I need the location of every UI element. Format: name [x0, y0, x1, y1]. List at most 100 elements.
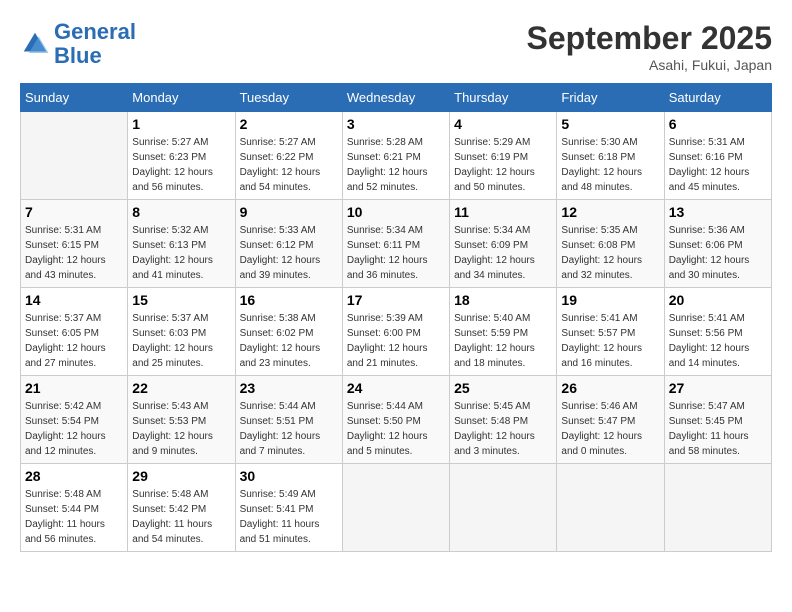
day-info: Sunrise: 5:39 AM Sunset: 6:00 PM Dayligh…	[347, 311, 445, 371]
calendar-cell: 28 Sunrise: 5:48 AM Sunset: 5:44 PM Dayli…	[21, 464, 128, 552]
day-number: 6	[669, 116, 767, 132]
calendar-cell: 22 Sunrise: 5:43 AM Sunset: 5:53 PM Dayli…	[128, 376, 235, 464]
calendar-cell: 4Sunrise: 5:29 AM Sunset: 6:19 PM Daylig…	[450, 112, 557, 200]
day-number: 10	[347, 204, 445, 220]
calendar-week-row: 14Sunrise: 5:37 AM Sunset: 6:05 PM Dayli…	[21, 288, 772, 376]
calendar-cell	[557, 464, 664, 552]
day-number: 11	[454, 204, 552, 220]
day-info: Sunrise: 5:30 AM Sunset: 6:18 PM Dayligh…	[561, 135, 659, 195]
day-info: Sunrise: 5:34 AM Sunset: 6:09 PM Dayligh…	[454, 223, 552, 283]
day-info: Sunrise: 5:48 AM Sunset: 5:42 PM Dayligh…	[132, 487, 230, 547]
weekday-header: Monday	[128, 84, 235, 112]
weekday-header: Friday	[557, 84, 664, 112]
weekday-header: Tuesday	[235, 84, 342, 112]
day-number: 5	[561, 116, 659, 132]
calendar-cell: 30 Sunrise: 5:49 AM Sunset: 5:41 PM Dayli…	[235, 464, 342, 552]
month-title: September 2025	[527, 20, 772, 57]
weekday-header-row: SundayMondayTuesdayWednesdayThursdayFrid…	[21, 84, 772, 112]
day-info: Sunrise: 5:34 AM Sunset: 6:11 PM Dayligh…	[347, 223, 445, 283]
day-info: Sunrise: 5:44 AM Sunset: 5:50 PM Dayligh…	[347, 399, 445, 459]
calendar-cell: 12Sunrise: 5:35 AM Sunset: 6:08 PM Dayli…	[557, 200, 664, 288]
day-info: Sunrise: 5:48 AM Sunset: 5:44 PM Dayligh…	[25, 487, 123, 547]
logo-text: General Blue	[54, 20, 136, 68]
calendar-cell: 24 Sunrise: 5:44 AM Sunset: 5:50 PM Dayli…	[342, 376, 449, 464]
day-number: 23	[240, 380, 338, 396]
calendar-cell: 27 Sunrise: 5:47 AM Sunset: 5:45 PM Dayli…	[664, 376, 771, 464]
day-info: Sunrise: 5:46 AM Sunset: 5:47 PM Dayligh…	[561, 399, 659, 459]
day-number: 29	[132, 468, 230, 484]
day-info: Sunrise: 5:27 AM Sunset: 6:22 PM Dayligh…	[240, 135, 338, 195]
day-number: 1	[132, 116, 230, 132]
calendar-cell: 7Sunrise: 5:31 AM Sunset: 6:15 PM Daylig…	[21, 200, 128, 288]
calendar-week-row: 28 Sunrise: 5:48 AM Sunset: 5:44 PM Dayli…	[21, 464, 772, 552]
calendar-cell: 21 Sunrise: 5:42 AM Sunset: 5:54 PM Dayli…	[21, 376, 128, 464]
logo-line1: General	[54, 19, 136, 44]
day-info: Sunrise: 5:40 AM Sunset: 5:59 PM Dayligh…	[454, 311, 552, 371]
day-number: 3	[347, 116, 445, 132]
day-number: 24	[347, 380, 445, 396]
day-number: 4	[454, 116, 552, 132]
calendar-cell: 2 Sunrise: 5:27 AM Sunset: 6:22 PM Daylig…	[235, 112, 342, 200]
calendar-cell: 15 Sunrise: 5:37 AM Sunset: 6:03 PM Dayli…	[128, 288, 235, 376]
day-number: 13	[669, 204, 767, 220]
day-info: Sunrise: 5:42 AM Sunset: 5:54 PM Dayligh…	[25, 399, 123, 459]
weekday-header: Wednesday	[342, 84, 449, 112]
calendar-cell: 9 Sunrise: 5:33 AM Sunset: 6:12 PM Daylig…	[235, 200, 342, 288]
day-info: Sunrise: 5:45 AM Sunset: 5:48 PM Dayligh…	[454, 399, 552, 459]
calendar-cell: 19 Sunrise: 5:41 AM Sunset: 5:57 PM Dayli…	[557, 288, 664, 376]
logo: General Blue	[20, 20, 136, 68]
calendar-cell: 18Sunrise: 5:40 AM Sunset: 5:59 PM Dayli…	[450, 288, 557, 376]
calendar-cell: 29 Sunrise: 5:48 AM Sunset: 5:42 PM Dayli…	[128, 464, 235, 552]
day-info: Sunrise: 5:41 AM Sunset: 5:56 PM Dayligh…	[669, 311, 767, 371]
day-info: Sunrise: 5:44 AM Sunset: 5:51 PM Dayligh…	[240, 399, 338, 459]
logo-icon	[20, 29, 50, 59]
calendar-cell	[450, 464, 557, 552]
day-number: 17	[347, 292, 445, 308]
day-number: 20	[669, 292, 767, 308]
day-number: 9	[240, 204, 338, 220]
calendar-cell	[21, 112, 128, 200]
title-block: September 2025 Asahi, Fukui, Japan	[527, 20, 772, 73]
calendar-cell: 11 Sunrise: 5:34 AM Sunset: 6:09 PM Dayli…	[450, 200, 557, 288]
day-info: Sunrise: 5:37 AM Sunset: 6:03 PM Dayligh…	[132, 311, 230, 371]
location: Asahi, Fukui, Japan	[527, 57, 772, 73]
calendar-cell: 1Sunrise: 5:27 AM Sunset: 6:23 PM Daylig…	[128, 112, 235, 200]
day-info: Sunrise: 5:47 AM Sunset: 5:45 PM Dayligh…	[669, 399, 767, 459]
calendar-cell: 26Sunrise: 5:46 AM Sunset: 5:47 PM Dayli…	[557, 376, 664, 464]
day-info: Sunrise: 5:28 AM Sunset: 6:21 PM Dayligh…	[347, 135, 445, 195]
day-info: Sunrise: 5:32 AM Sunset: 6:13 PM Dayligh…	[132, 223, 230, 283]
day-info: Sunrise: 5:41 AM Sunset: 5:57 PM Dayligh…	[561, 311, 659, 371]
day-number: 30	[240, 468, 338, 484]
calendar-cell: 5 Sunrise: 5:30 AM Sunset: 6:18 PM Daylig…	[557, 112, 664, 200]
day-number: 19	[561, 292, 659, 308]
day-number: 25	[454, 380, 552, 396]
calendar-cell: 8Sunrise: 5:32 AM Sunset: 6:13 PM Daylig…	[128, 200, 235, 288]
calendar-cell	[664, 464, 771, 552]
day-info: Sunrise: 5:38 AM Sunset: 6:02 PM Dayligh…	[240, 311, 338, 371]
calendar-week-row: 7Sunrise: 5:31 AM Sunset: 6:15 PM Daylig…	[21, 200, 772, 288]
logo-line2: Blue	[54, 43, 102, 68]
calendar-cell: 20 Sunrise: 5:41 AM Sunset: 5:56 PM Dayli…	[664, 288, 771, 376]
day-number: 27	[669, 380, 767, 396]
calendar-cell: 16Sunrise: 5:38 AM Sunset: 6:02 PM Dayli…	[235, 288, 342, 376]
weekday-header: Sunday	[21, 84, 128, 112]
day-number: 12	[561, 204, 659, 220]
day-number: 22	[132, 380, 230, 396]
calendar-cell: 13Sunrise: 5:36 AM Sunset: 6:06 PM Dayli…	[664, 200, 771, 288]
calendar-cell: 25 Sunrise: 5:45 AM Sunset: 5:48 PM Dayli…	[450, 376, 557, 464]
day-info: Sunrise: 5:49 AM Sunset: 5:41 PM Dayligh…	[240, 487, 338, 547]
calendar-week-row: 1Sunrise: 5:27 AM Sunset: 6:23 PM Daylig…	[21, 112, 772, 200]
calendar-week-row: 21 Sunrise: 5:42 AM Sunset: 5:54 PM Dayli…	[21, 376, 772, 464]
day-info: Sunrise: 5:43 AM Sunset: 5:53 PM Dayligh…	[132, 399, 230, 459]
day-number: 2	[240, 116, 338, 132]
day-number: 21	[25, 380, 123, 396]
calendar-cell: 6Sunrise: 5:31 AM Sunset: 6:16 PM Daylig…	[664, 112, 771, 200]
day-info: Sunrise: 5:37 AM Sunset: 6:05 PM Dayligh…	[25, 311, 123, 371]
day-info: Sunrise: 5:33 AM Sunset: 6:12 PM Dayligh…	[240, 223, 338, 283]
page-header: General Blue September 2025 Asahi, Fukui…	[20, 20, 772, 73]
calendar-cell: 10 Sunrise: 5:34 AM Sunset: 6:11 PM Dayli…	[342, 200, 449, 288]
calendar-cell: 3 Sunrise: 5:28 AM Sunset: 6:21 PM Daylig…	[342, 112, 449, 200]
day-number: 28	[25, 468, 123, 484]
day-number: 15	[132, 292, 230, 308]
calendar-cell	[342, 464, 449, 552]
